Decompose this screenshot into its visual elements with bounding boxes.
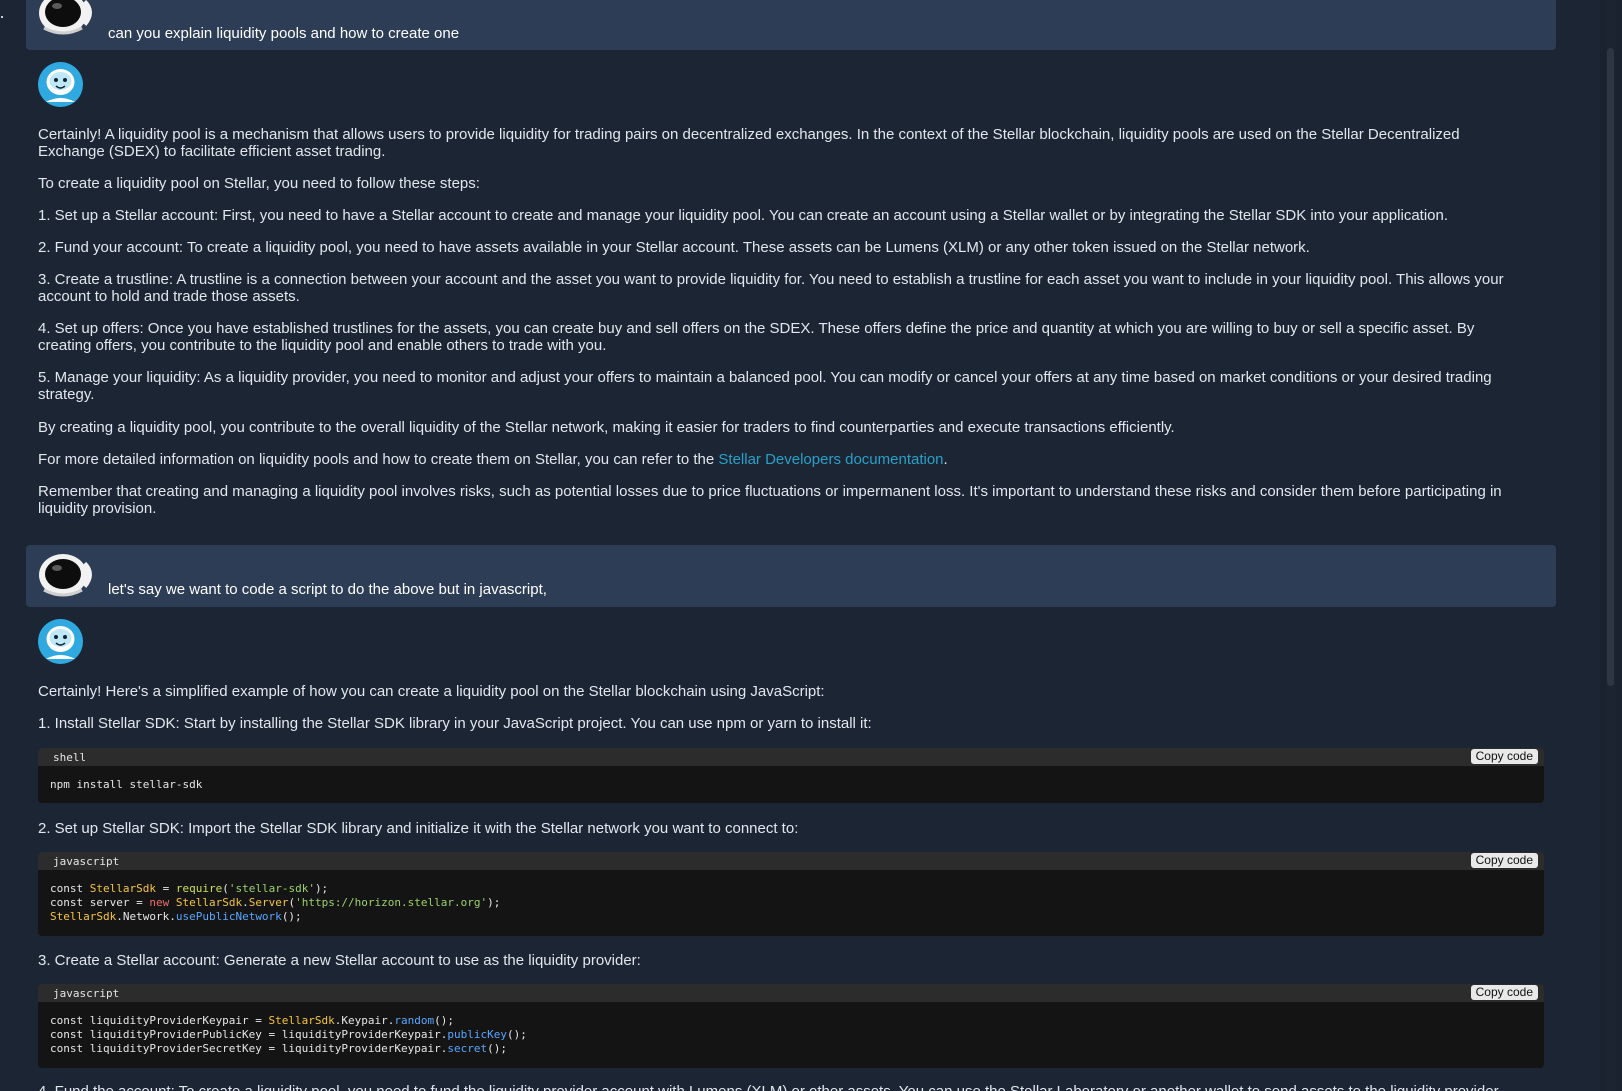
code-line: const liquidityProviderPublicKey = liqui…	[50, 1028, 527, 1041]
documentation-paragraph: For more detailed information on liquidi…	[38, 451, 1528, 468]
doc-line-suffix: .	[943, 451, 948, 468]
code-line: const server = new StellarSdk.Server('ht…	[50, 896, 501, 909]
assistant-paragraph: 5. Manage your liquidity: As a liquidity…	[38, 369, 1492, 403]
copy-code-button[interactable]: Copy code	[1470, 853, 1538, 868]
assistant-paragraph: 1. Set up a Stellar account: First, you …	[38, 207, 1449, 224]
code-line: const liquidityProviderSecretKey = liqui…	[50, 1042, 507, 1055]
code-line: const liquidityProviderKeypair = Stellar…	[50, 1014, 455, 1027]
code-block-header: javascript Copy code	[38, 852, 1544, 870]
code-block: javascript Copy code const StellarSdk = …	[38, 852, 1544, 936]
robot-face-icon	[38, 62, 83, 107]
code-line: const StellarSdk = require('stellar-sdk'…	[50, 882, 329, 895]
cursor-dot	[1, 16, 3, 18]
assistant-paragraph: 4. Fund the account: To create a liquidi…	[38, 1083, 1528, 1091]
assistant-paragraph: 4. Set up offers: Once you have establis…	[38, 320, 1475, 354]
code-language-label: javascript	[53, 855, 120, 868]
assistant-paragraph: Remember that creating and managing a li…	[38, 483, 1502, 517]
code-block: javascript Copy code const liquidityProv…	[38, 984, 1544, 1068]
assistant-paragraph: Certainly! A liquidity pool is a mechani…	[38, 126, 1460, 160]
stellar-docs-link[interactable]: Stellar Developers documentation	[718, 451, 943, 468]
code-language-label: shell	[53, 751, 87, 764]
code-line: StellarSdk.Network.usePublicNetwork();	[50, 910, 302, 923]
assistant-paragraph: Certainly! Here's a simplified example o…	[38, 683, 825, 700]
code-content: npm install stellar-sdk	[50, 778, 203, 791]
code-content: const liquidityProviderKeypair = Stellar…	[38, 1002, 1544, 1066]
assistant-paragraph: 2. Set up Stellar SDK: Import the Stella…	[38, 820, 799, 837]
astronaut-helmet-icon	[38, 552, 96, 600]
copy-code-button[interactable]: Copy code	[1470, 749, 1538, 764]
doc-line-prefix: For more detailed information on liquidi…	[38, 451, 719, 468]
robot-face-icon	[38, 619, 83, 664]
astronaut-helmet-icon	[38, 0, 96, 38]
code-block: shell Copy code npm install stellar-sdk	[38, 748, 1544, 803]
assistant-paragraph: 1. Install Stellar SDK: Start by install…	[38, 715, 872, 732]
scrollbar-thumb[interactable]	[1607, 48, 1614, 686]
assistant-paragraph: By creating a liquidity pool, you contri…	[38, 419, 1175, 436]
user-message: let's say we want to code a script to do…	[26, 545, 1556, 607]
assistant-paragraph: 2. Fund your account: To create a liquid…	[38, 239, 1310, 256]
user-message-text: can you explain liquidity pools and how …	[108, 25, 460, 42]
chat-page: can you explain liquidity pools and how …	[0, 0, 1622, 1091]
code-block-header: shell Copy code	[38, 748, 1544, 766]
assistant-paragraph: 3. Create a Stellar account: Generate a …	[38, 952, 641, 969]
copy-code-button[interactable]: Copy code	[1470, 985, 1538, 1000]
assistant-paragraph: 3. Create a trustline: A trustline is a …	[38, 271, 1504, 305]
user-message: can you explain liquidity pools and how …	[26, 0, 1556, 50]
assistant-paragraph: To create a liquidity pool on Stellar, y…	[38, 175, 480, 192]
code-language-label: javascript	[53, 987, 120, 1000]
code-content: const StellarSdk = require('stellar-sdk'…	[38, 870, 1544, 934]
code-block-header: javascript Copy code	[38, 984, 1544, 1002]
user-message-text: let's say we want to code a script to do…	[108, 581, 547, 598]
